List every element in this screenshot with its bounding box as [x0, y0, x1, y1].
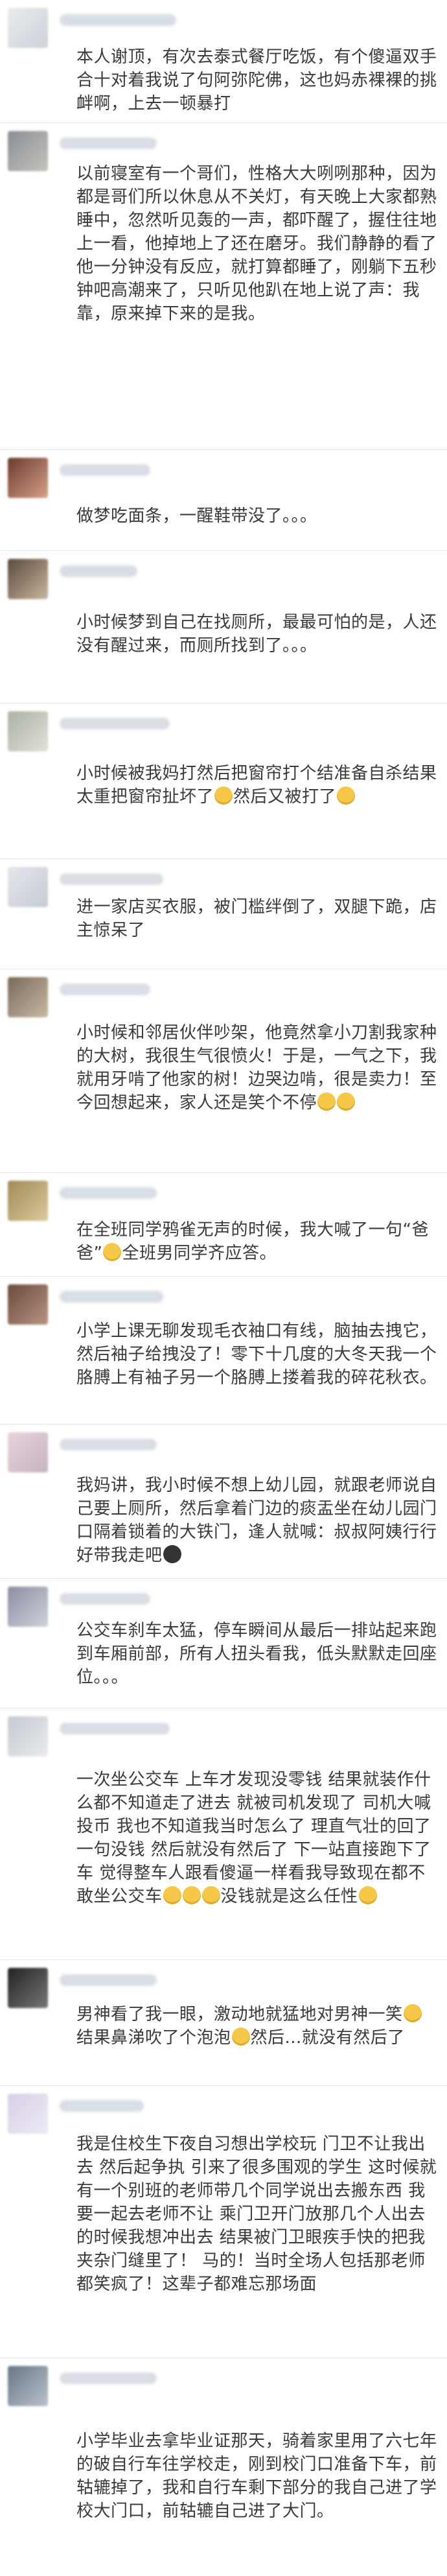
- avatar[interactable]: [8, 559, 48, 599]
- username-blurred[interactable]: [60, 2100, 144, 2112]
- comment-body: 我妈讲，我小时候不想上幼儿园，就跟老师说自己要上厕所，然后拿着门边的痰盂坐在幼儿…: [76, 1476, 437, 1565]
- username-blurred[interactable]: [60, 2372, 157, 2384]
- laugh-emoji-icon: [182, 1886, 201, 1904]
- smile-emoji-icon: [231, 2027, 250, 2046]
- comment-body: 小学上课无聊发现毛衣袖口有线，脑抽去拽它，然后袖子给拽没了！零下十几度的大冬天我…: [76, 1321, 437, 1388]
- comment-body: 男神看了我一眼，激动地就猛地对男神一笑: [76, 2005, 403, 2024]
- comment-body-cont: 结果鼻涕吹了个泡泡: [76, 2028, 231, 2048]
- comment-body: 以前寝室有一个哥们，性格大大咧咧那种，因为都是哥们所以休息从不关灯，有天晚上大家…: [76, 164, 437, 324]
- laugh-emoji-icon: [337, 1093, 356, 1111]
- avatar[interactable]: [8, 8, 48, 48]
- username-blurred[interactable]: [60, 1593, 150, 1605]
- avatar[interactable]: [8, 131, 48, 171]
- comment-text: 小时候被我妈打然后把窗帘打个结准备自杀结果太重把窗帘扯坏了 然后又被打了: [76, 762, 439, 809]
- username-blurred[interactable]: [60, 14, 176, 26]
- comment-text: 做梦吃面条，一醒鞋带没了。。。: [76, 504, 439, 528]
- username-blurred[interactable]: [60, 137, 157, 149]
- username-blurred[interactable]: [60, 1291, 163, 1303]
- comment-text: 公交车刹车太猛，停车瞬间从最后一排站起来跑到车厢前部，所有人扭头看我，低头默默走…: [76, 1619, 439, 1689]
- comment-body: 小时候和邻居伙伴吵架，他竟然拿小刀割我家种的大树，我很生气很愤火！于是，一气之下…: [76, 1023, 437, 1113]
- avatar[interactable]: [8, 1587, 48, 1627]
- comment-text: 我是住校生下夜自习想出学校玩 门卫不让我出去 然后起争执 引来了很多围观的学生 …: [76, 2133, 439, 2296]
- avatar[interactable]: [8, 1284, 48, 1325]
- comment-text: 小学上课无聊发现毛衣袖口有线，脑抽去拽它，然后袖子给拽没了！零下十几度的大冬天我…: [76, 1319, 439, 1389]
- comment-body-cont: 然后又被打了: [233, 787, 337, 807]
- avatar[interactable]: [8, 2094, 48, 2134]
- comment-text: 小时候和邻居伙伴吵架，他竟然拿小刀割我家种的大树，我很生气很愤火！于是，一气之下…: [76, 1021, 439, 1115]
- comment-text: 小时候梦到自己在找厕所，最最可怕的是，人还没有醒过来，而厕所找到了。。。: [76, 611, 439, 657]
- username-blurred[interactable]: [60, 565, 137, 577]
- comment-body: 做梦吃面条，一醒鞋带没了。。。: [76, 506, 317, 526]
- avatar[interactable]: [8, 977, 48, 1017]
- comment-feed: 本人谢顶，有次去泰式餐厅吃饭，有个傻逼双手合十对着我说了句阿弥陀佛，这也妈赤裸裸…: [0, 0, 447, 2576]
- comment-item: 一次坐公交车 上车才发现没零钱 结果就装作什么都不知道走了进去 就被司机发现了 …: [0, 1708, 447, 1960]
- comment-body: 一次坐公交车 上车才发现没零钱 结果就装作什么都不知道走了进去 就被司机发现了 …: [76, 1770, 431, 1906]
- avatar[interactable]: [8, 2366, 48, 2406]
- username-blurred[interactable]: [60, 1974, 157, 1986]
- comment-item: 进一家店买衣服，被门槛绊倒了，双腿下跪，店主惊呆了: [0, 859, 447, 969]
- comment-item: 我妈讲，我小时候不想上幼儿园，就跟老师说自己要上厕所，然后拿着门边的痰盂坐在幼儿…: [0, 1424, 447, 1579]
- comment-item: 公交车刹车太猛，停车瞬间从最后一排站起来跑到车厢前部，所有人扭头看我，低头默默走…: [0, 1579, 447, 1708]
- comment-body-cont: 没钱就是这么任性: [220, 1887, 358, 1906]
- username-blurred[interactable]: [60, 718, 170, 729]
- comment-text: 本人谢顶，有次去泰式餐厅吃饭，有个傻逼双手合十对着我说了句阿弥陀佛，这也妈赤裸裸…: [76, 45, 439, 115]
- comment-body: 小时候梦到自己在找厕所，最最可怕的是，人还没有醒过来，而厕所找到了。。。: [76, 613, 437, 656]
- laugh-emoji-icon: [201, 1886, 220, 1904]
- comment-body-cont2: 然后...就没有然后了: [250, 2028, 405, 2048]
- comment-body: 公交车刹车太猛，停车瞬间从最后一排站起来跑到车厢前部，所有人扭头看我，低头默默走…: [76, 1621, 437, 1687]
- avatar[interactable]: [8, 458, 48, 498]
- comment-text: 进一家店买衣服，被门槛绊倒了，双腿下跪，店主惊呆了: [76, 895, 439, 942]
- comment-item: 小学毕业去拿毕业证那天，骑着家里用了六七年的破自行车往学校走，刚到校门口准备下车…: [0, 2358, 447, 2576]
- comment-text: 一次坐公交车 上车才发现没零钱 结果就装作什么都不知道走了进去 就被司机发现了 …: [76, 1768, 439, 1908]
- username-blurred[interactable]: [60, 1439, 157, 1450]
- laugh-emoji-icon: [358, 1886, 377, 1904]
- comment-item: 做梦吃面条，一醒鞋带没了。。。: [0, 450, 447, 551]
- avatar[interactable]: [8, 1716, 48, 1756]
- laugh-emoji-icon: [317, 1093, 336, 1111]
- smile-emoji-icon: [214, 786, 233, 805]
- comment-text: 我妈讲，我小时候不想上幼儿园，就跟老师说自己要上厕所，然后拿着门边的痰盂坐在幼儿…: [76, 1474, 439, 1567]
- comment-body: 小学毕业去拿毕业证那天，骑着家里用了六七年的破自行车往学校走，刚到校门口准备下车…: [76, 2431, 437, 2521]
- username-blurred[interactable]: [60, 984, 150, 995]
- comment-body: 本人谢顶，有次去泰式餐厅吃饭，有个傻逼双手合十对着我说了句阿弥陀佛，这也妈赤裸裸…: [76, 47, 437, 113]
- avatar[interactable]: [8, 711, 48, 751]
- comment-item: 在全班同学鸦雀无声的时候，我大喊了一句“爸爸” 全班男同学齐应答。: [0, 1173, 447, 1277]
- avatar[interactable]: [8, 867, 48, 907]
- comment-item: 小时候梦到自己在找厕所，最最可怕的是，人还没有醒过来，而厕所找到了。。。: [0, 551, 447, 703]
- comment-item: 本人谢顶，有次去泰式餐厅吃饭，有个傻逼双手合十对着我说了句阿弥陀佛，这也妈赤裸裸…: [0, 0, 447, 123]
- username-blurred[interactable]: [60, 1723, 170, 1734]
- comment-text: 在全班同学鸦雀无声的时候，我大喊了一句“爸爸” 全班男同学齐应答。: [76, 1218, 439, 1265]
- comment-item: 小时候被我妈打然后把窗帘打个结准备自杀结果太重把窗帘扯坏了 然后又被打了: [0, 703, 447, 859]
- avatar[interactable]: [8, 1181, 48, 1221]
- comment-text: 以前寝室有一个哥们，性格大大咧咧那种，因为都是哥们所以休息从不关灯，有天晚上大家…: [76, 162, 439, 325]
- comment-item: 以前寝室有一个哥们，性格大大咧咧那种，因为都是哥们所以休息从不关灯，有天晚上大家…: [0, 123, 447, 450]
- username-blurred[interactable]: [60, 1187, 157, 1199]
- comment-item: 我是住校生下夜自习想出学校玩 门卫不让我出去 然后起争执 引来了很多围观的学生 …: [0, 2086, 447, 2358]
- comment-body: 我是住校生下夜自习想出学校玩 门卫不让我出去 然后起争执 引来了很多围观的学生 …: [76, 2134, 437, 2294]
- comment-item: 小学上课无聊发现毛衣袖口有线，脑抽去拽它，然后袖子给拽没了！零下十几度的大冬天我…: [0, 1277, 447, 1424]
- username-blurred[interactable]: [60, 873, 163, 885]
- comment-body: 进一家店买衣服，被门槛绊倒了，双腿下跪，店主惊呆了: [76, 897, 437, 940]
- smile-emoji-icon: [403, 2004, 422, 2022]
- comment-item: 男神看了我一眼，激动地就猛地对男神一笑结果鼻涕吹了个泡泡 然后...就没有然后了: [0, 1960, 447, 2086]
- smile-emoji-icon: [337, 786, 356, 805]
- comment-item: 小时候和邻居伙伴吵架，他竟然拿小刀割我家种的大树，我很生气很愤火！于是，一气之下…: [0, 969, 447, 1173]
- comment-text: 男神看了我一眼，激动地就猛地对男神一笑结果鼻涕吹了个泡泡 然后...就没有然后了: [76, 2003, 439, 2050]
- sad-emoji-icon: [163, 1545, 181, 1563]
- smile-emoji-icon: [103, 1243, 122, 1261]
- username-blurred[interactable]: [60, 464, 150, 476]
- comment-body-cont: 全班男同学齐应答。: [122, 1244, 277, 1263]
- avatar[interactable]: [8, 1968, 48, 2008]
- laugh-emoji-icon: [163, 1886, 181, 1904]
- comment-text: 小学毕业去拿毕业证那天，骑着家里用了六七年的破自行车往学校走，刚到校门口准备下车…: [76, 2429, 439, 2523]
- avatar[interactable]: [8, 1432, 48, 1472]
